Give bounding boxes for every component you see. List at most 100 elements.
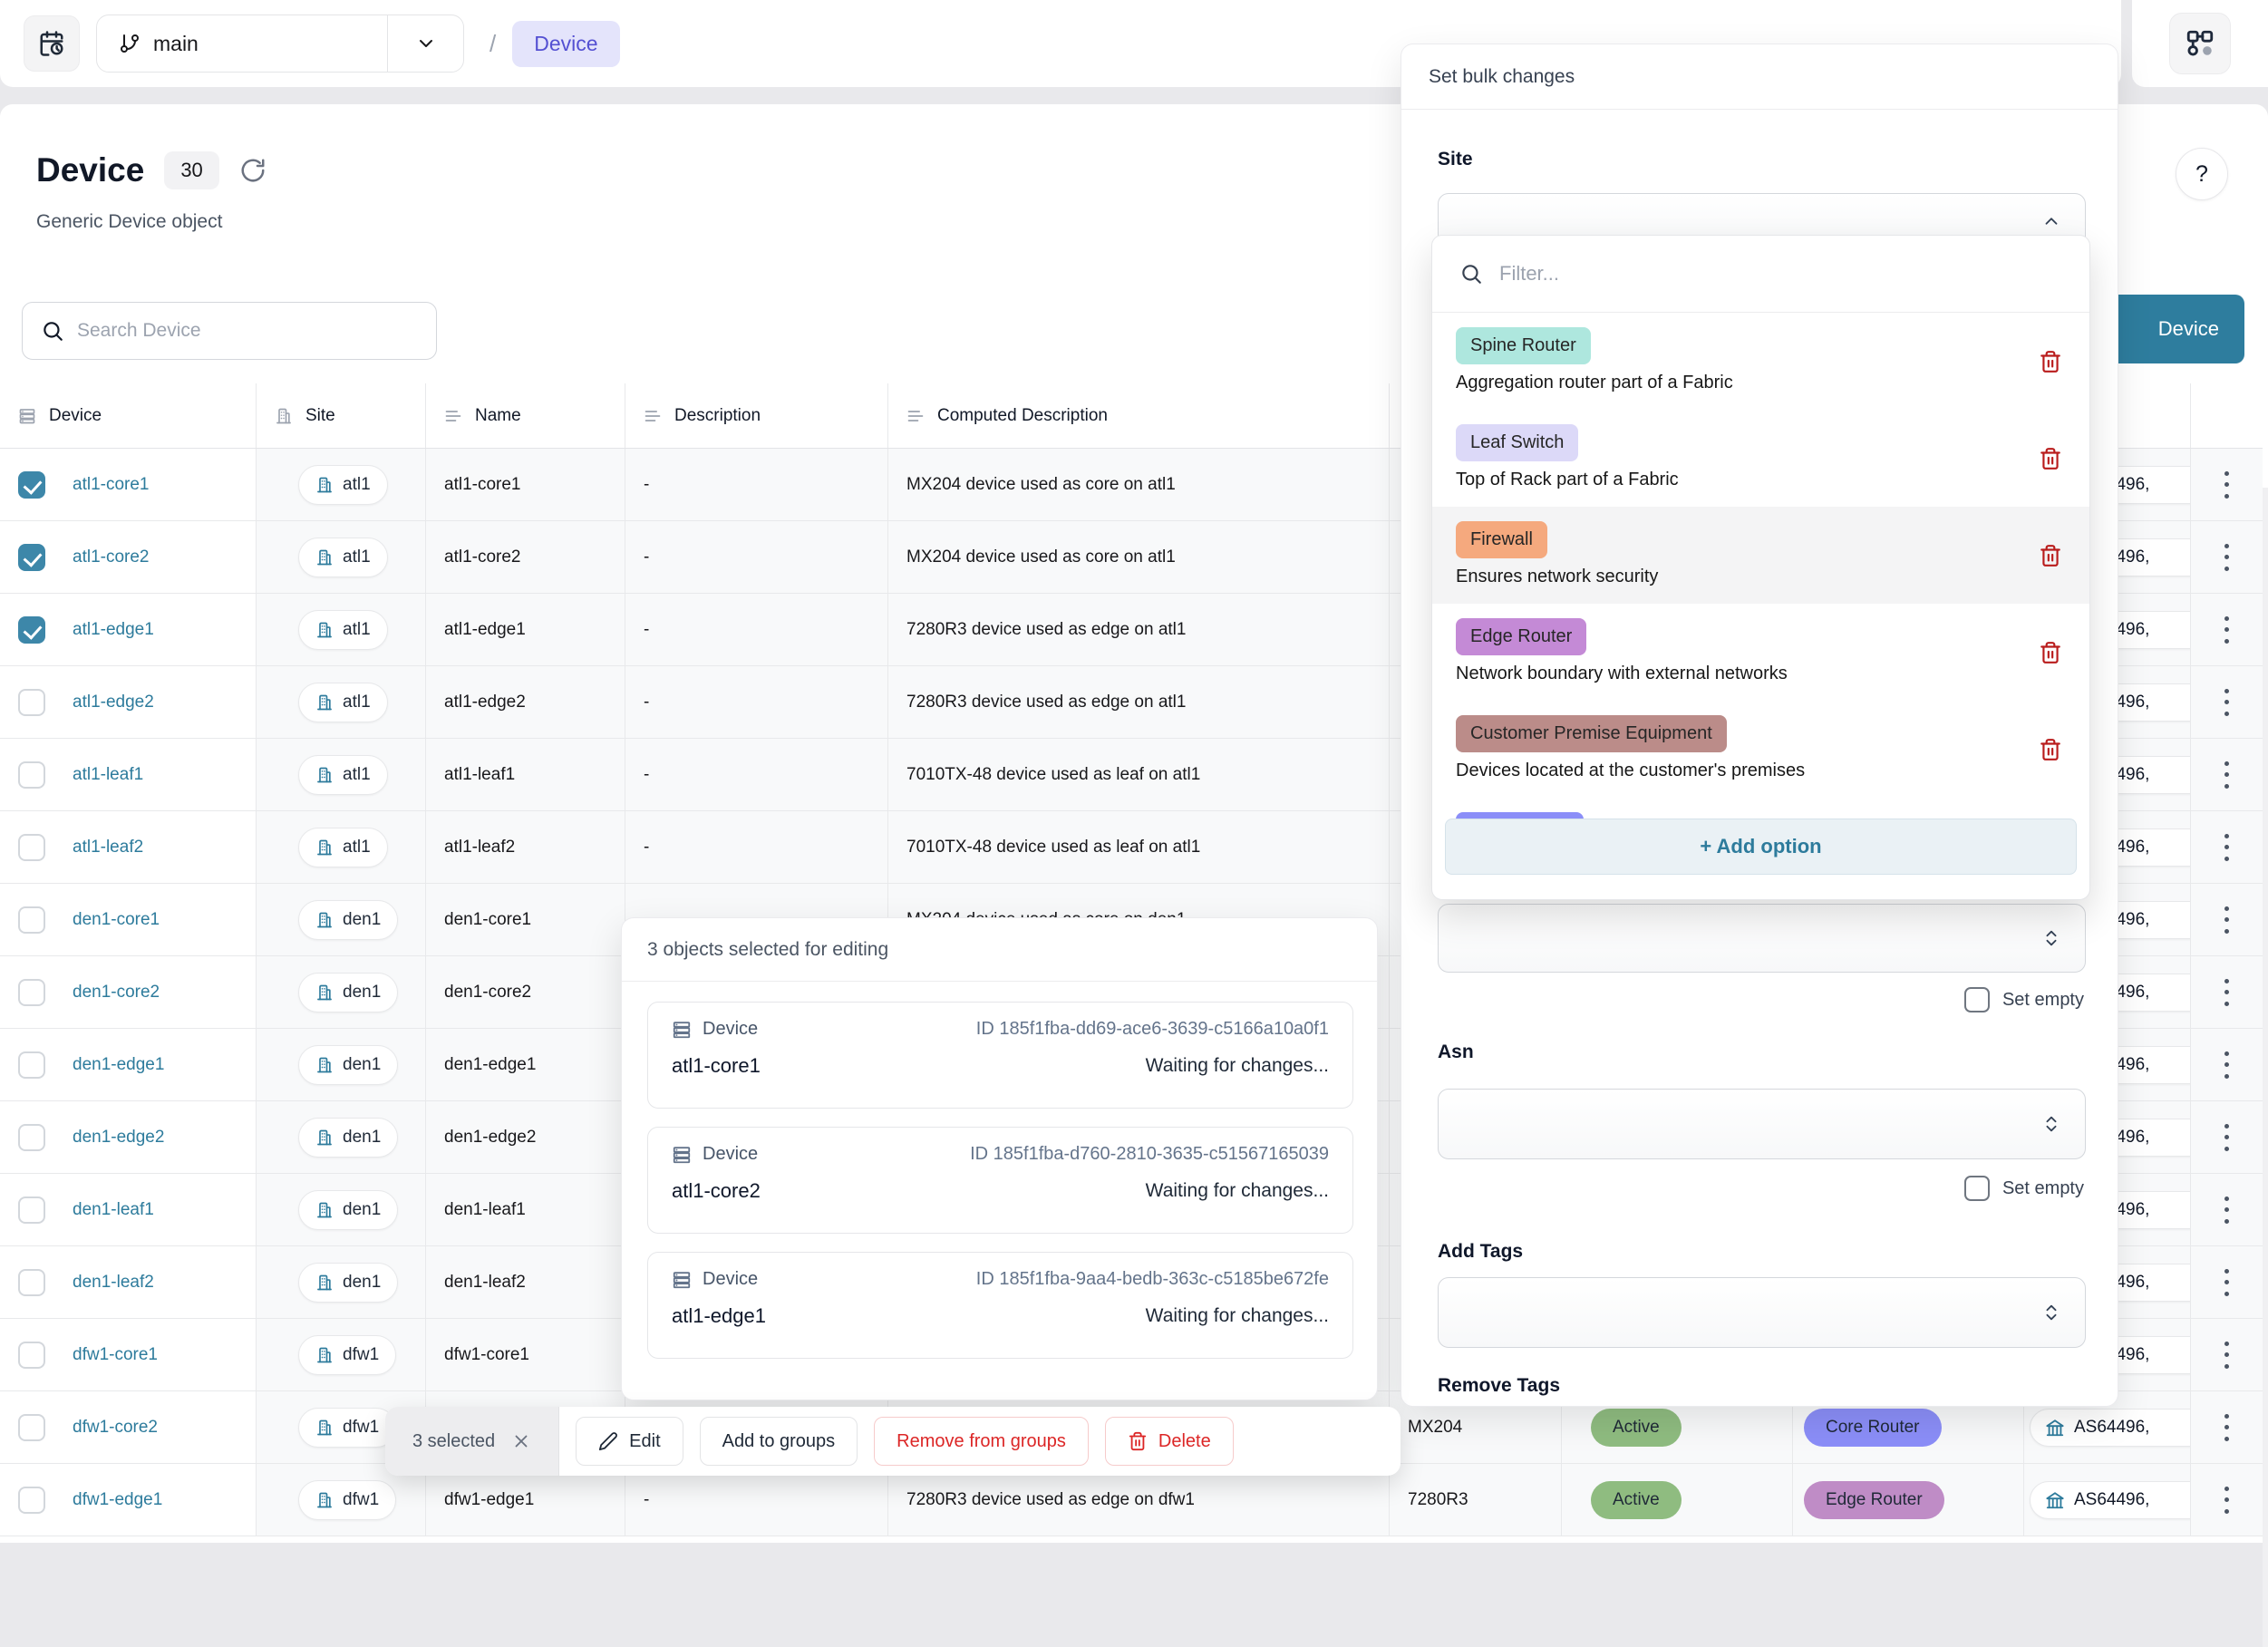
device-link[interactable]: dfw1-core1: [73, 1345, 158, 1365]
row-menu-kebab-icon[interactable]: [2224, 906, 2230, 934]
column-header-device[interactable]: Device: [0, 383, 257, 448]
scrollbar-track[interactable]: [2263, 488, 2268, 1647]
delete-button[interactable]: Delete: [1105, 1417, 1234, 1466]
row-checkbox[interactable]: [18, 1342, 45, 1369]
device-link[interactable]: den1-edge2: [73, 1128, 164, 1148]
row-checkbox[interactable]: [18, 1487, 45, 1514]
row-menu-kebab-icon[interactable]: [2224, 1342, 2230, 1369]
device-link[interactable]: atl1-core1: [73, 475, 150, 495]
delete-option-trash-icon[interactable]: [2039, 738, 2062, 761]
site-pill[interactable]: atl1: [298, 755, 388, 795]
row-menu-kebab-icon[interactable]: [2224, 834, 2230, 861]
device-link[interactable]: atl1-core2: [73, 547, 150, 567]
site-pill[interactable]: atl1: [298, 465, 388, 505]
row-checkbox[interactable]: [18, 834, 45, 861]
site-pill[interactable]: den1: [298, 1263, 398, 1303]
help-button[interactable]: ?: [2176, 148, 2228, 200]
set-empty-checkbox[interactable]: [1964, 987, 1990, 1012]
row-menu-kebab-icon[interactable]: [2224, 1196, 2230, 1224]
set-empty-checkbox[interactable]: [1964, 1176, 1990, 1201]
add-option-button[interactable]: + Add option: [1445, 819, 2077, 875]
site-pill[interactable]: den1: [298, 900, 398, 940]
time-travel-button[interactable]: [24, 15, 80, 72]
device-link[interactable]: atl1-leaf1: [73, 765, 143, 785]
branch-selector[interactable]: main: [96, 15, 464, 73]
device-link[interactable]: dfw1-edge1: [73, 1490, 162, 1510]
close-icon[interactable]: [511, 1431, 531, 1451]
dropdown-option[interactable]: FirewallEnsures network security: [1432, 507, 2089, 604]
dropdown-option[interactable]: Edge RouterNetwork boundary with externa…: [1432, 604, 2089, 701]
dropdown-option[interactable]: Customer Premise EquipmentDevices locate…: [1432, 701, 2089, 798]
site-label: atl1: [343, 547, 371, 567]
row-checkbox[interactable]: [18, 616, 45, 644]
edit-button[interactable]: Edit: [576, 1417, 683, 1466]
asn-pill[interactable]: AS64496,: [2030, 1481, 2191, 1519]
row-menu-kebab-icon[interactable]: [2224, 979, 2230, 1006]
delete-option-trash-icon[interactable]: [2039, 447, 2062, 470]
dropdown-option[interactable]: Leaf SwitchTop of Rack part of a Fabric: [1432, 410, 2089, 507]
device-link[interactable]: den1-leaf1: [73, 1200, 154, 1220]
site-pill[interactable]: atl1: [298, 683, 388, 722]
row-checkbox[interactable]: [18, 471, 45, 499]
row-menu-kebab-icon[interactable]: [2224, 544, 2230, 571]
column-header-site[interactable]: Site: [257, 383, 426, 448]
add-to-groups-button[interactable]: Add to groups: [700, 1417, 858, 1466]
delete-option-trash-icon[interactable]: [2039, 350, 2062, 373]
row-checkbox[interactable]: [18, 1196, 45, 1224]
column-header-name[interactable]: Name: [426, 383, 625, 448]
delete-option-trash-icon[interactable]: [2039, 641, 2062, 664]
asn-select[interactable]: [1438, 1089, 2086, 1159]
row-checkbox[interactable]: [18, 761, 45, 789]
row-menu-kebab-icon[interactable]: [2224, 1487, 2230, 1514]
device-link[interactable]: atl1-leaf2: [73, 838, 143, 857]
site-pill[interactable]: den1: [298, 973, 398, 1012]
delete-option-trash-icon[interactable]: [2039, 544, 2062, 567]
site-pill[interactable]: den1: [298, 1190, 398, 1230]
row-menu-kebab-icon[interactable]: [2224, 1124, 2230, 1151]
site-pill[interactable]: atl1: [298, 610, 388, 650]
row-checkbox[interactable]: [18, 544, 45, 571]
row-menu-kebab-icon[interactable]: [2224, 616, 2230, 644]
filter-input[interactable]: Filter...: [1432, 236, 2089, 313]
device-link[interactable]: den1-core1: [73, 910, 160, 930]
row-checkbox[interactable]: [18, 1414, 45, 1441]
row-menu-kebab-icon[interactable]: [2224, 689, 2230, 716]
row-menu-kebab-icon[interactable]: [2224, 761, 2230, 789]
row-menu-kebab-icon[interactable]: [2224, 1414, 2230, 1441]
row-checkbox[interactable]: [18, 1051, 45, 1079]
site-pill[interactable]: dfw1: [298, 1480, 396, 1520]
schema-button[interactable]: [2169, 13, 2231, 74]
branch-current[interactable]: main: [97, 32, 387, 56]
device-link[interactable]: den1-leaf2: [73, 1273, 154, 1293]
column-header-computed-description[interactable]: Computed Description: [888, 383, 1390, 448]
asn-pill[interactable]: AS64496,: [2030, 1409, 2191, 1447]
device-link[interactable]: dfw1-core2: [73, 1418, 158, 1438]
device-link[interactable]: atl1-edge1: [73, 620, 154, 640]
column-header-description[interactable]: Description: [625, 383, 888, 448]
branch-dropdown-toggle[interactable]: [387, 15, 463, 72]
dropdown-option[interactable]: Spine RouterAggregation router part of a…: [1432, 313, 2089, 410]
device-link[interactable]: den1-edge1: [73, 1055, 164, 1075]
site-pill[interactable]: atl1: [298, 828, 388, 867]
row-checkbox[interactable]: [18, 1269, 45, 1296]
row-checkbox[interactable]: [18, 1124, 45, 1151]
row-menu-kebab-icon[interactable]: [2224, 1269, 2230, 1296]
row-menu-kebab-icon[interactable]: [2224, 471, 2230, 499]
site-pill[interactable]: dfw1: [298, 1408, 396, 1448]
refresh-icon[interactable]: [239, 157, 267, 184]
site-pill[interactable]: atl1: [298, 538, 388, 577]
site-pill[interactable]: den1: [298, 1118, 398, 1158]
device-link[interactable]: atl1-edge2: [73, 693, 154, 712]
row-checkbox[interactable]: [18, 689, 45, 716]
add-tags-select[interactable]: [1438, 1277, 2086, 1348]
breadcrumb-device[interactable]: Device: [512, 21, 619, 67]
site-pill[interactable]: den1: [298, 1045, 398, 1085]
row-menu-kebab-icon[interactable]: [2224, 1051, 2230, 1079]
remove-from-groups-button[interactable]: Remove from groups: [874, 1417, 1089, 1466]
site-pill[interactable]: dfw1: [298, 1335, 396, 1375]
row-checkbox[interactable]: [18, 979, 45, 1006]
search-input[interactable]: Search Device: [22, 302, 437, 360]
device-link[interactable]: den1-core2: [73, 983, 160, 1003]
status-select[interactable]: [1438, 904, 2086, 973]
row-checkbox[interactable]: [18, 906, 45, 934]
